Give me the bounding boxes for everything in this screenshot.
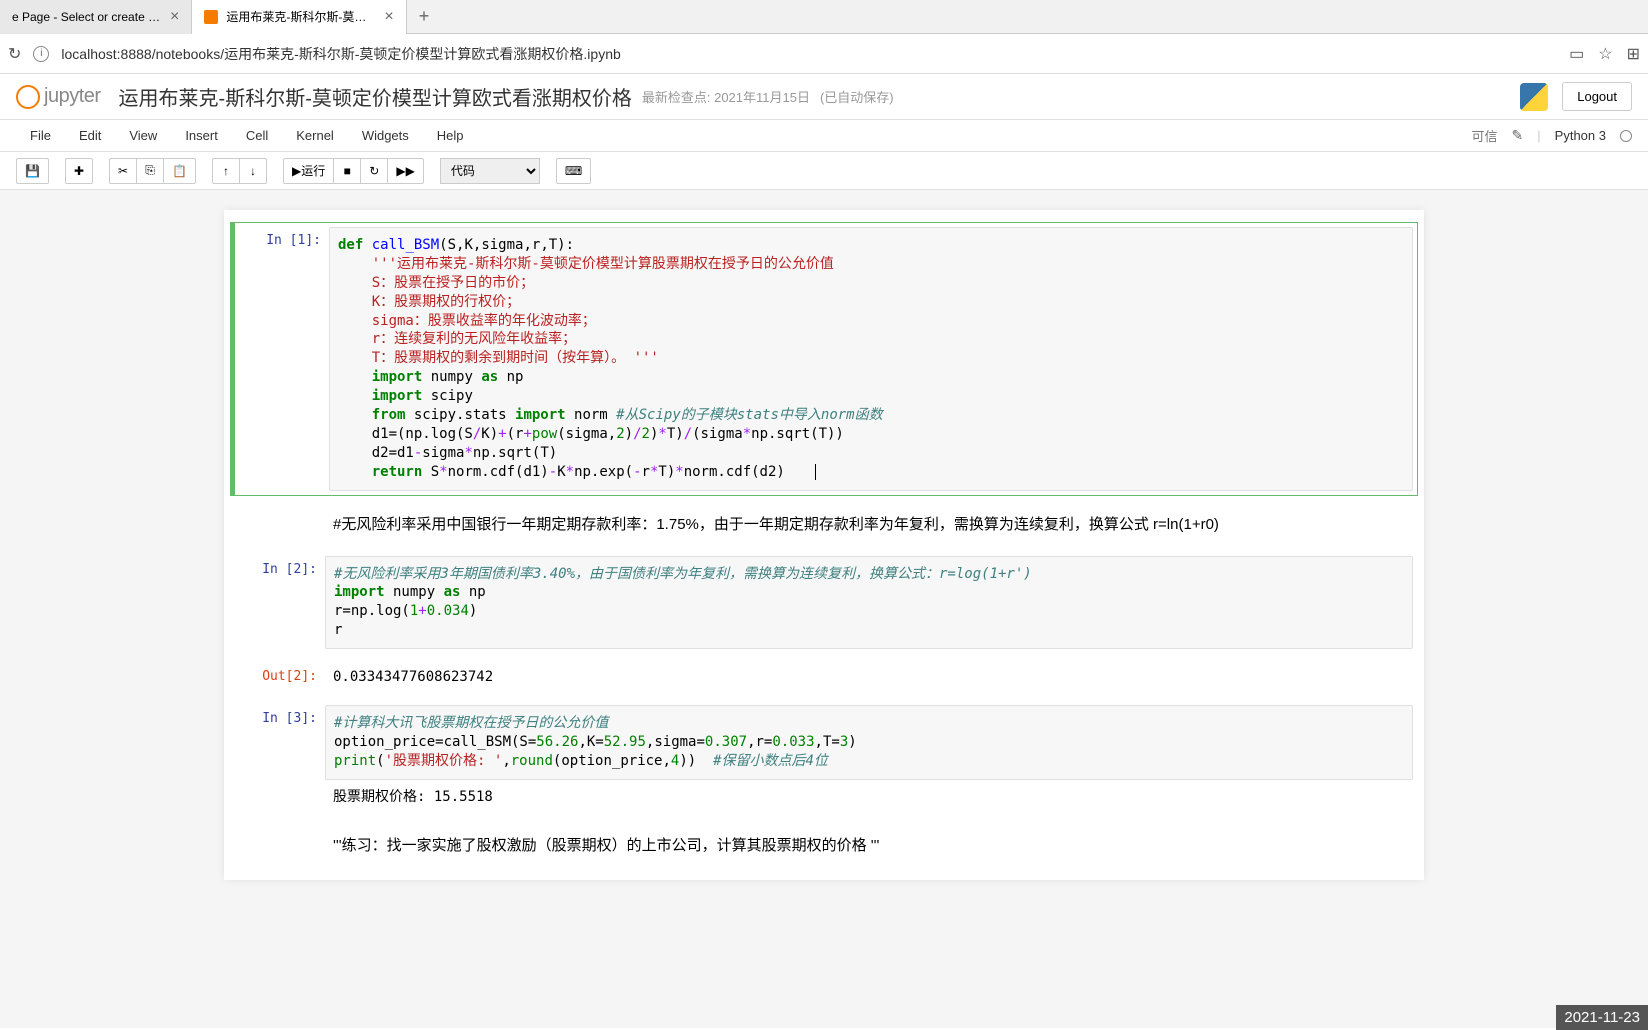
- browser-tab-inactive[interactable]: e Page - Select or create a n ×: [0, 0, 192, 34]
- add-cell-button[interactable]: ✚: [65, 158, 93, 184]
- notebook-header: jupyter 运用布莱克-斯科尔斯-莫顿定价模型计算欧式看涨期权价格 最新检查…: [0, 74, 1648, 120]
- restart-button[interactable]: ↻: [360, 158, 388, 184]
- kernel-indicator-icon: [1620, 130, 1632, 142]
- jupyter-logo[interactable]: jupyter: [16, 85, 101, 109]
- input-prompt: In [2]:: [235, 556, 325, 650]
- tab-title: 运用布莱克-斯科尔斯-莫顿定价模…: [226, 8, 376, 25]
- cell-type-select[interactable]: 代码: [440, 158, 540, 184]
- logout-button[interactable]: Logout: [1562, 82, 1632, 111]
- favorite-icon[interactable]: ☆: [1598, 44, 1612, 64]
- reload-icon[interactable]: ↻: [8, 44, 21, 64]
- site-info-icon[interactable]: i: [33, 46, 49, 62]
- separator: |: [1537, 128, 1540, 143]
- autosave-text: (已自动保存): [820, 87, 894, 106]
- menu-bar: File Edit View Insert Cell Kernel Widget…: [0, 120, 1648, 152]
- close-icon[interactable]: ×: [170, 8, 179, 26]
- run-button[interactable]: ▶ 运行: [283, 158, 334, 184]
- notebook-title[interactable]: 运用布莱克-斯科尔斯-莫顿定价模型计算欧式看涨期权价格: [119, 82, 632, 111]
- timestamp-overlay: 2021-11-23: [1556, 1005, 1648, 1030]
- menu-widgets[interactable]: Widgets: [348, 128, 423, 143]
- copy-button[interactable]: ⎘: [136, 158, 164, 184]
- code-cell[interactable]: In [3]: #计算科大讯飞股票期权在授予日的公允价值 option_pric…: [230, 700, 1418, 817]
- notebook-container: In [1]: def call_BSM(S,K,sigma,r,T): '''…: [224, 210, 1424, 880]
- code-input[interactable]: def call_BSM(S,K,sigma,r,T): '''运用布莱克-斯科…: [329, 227, 1413, 491]
- toolbar: 💾 ✚ ✂ ⎘ 📋 ↑ ↓ ▶ 运行 ■ ↻ ▶▶ 代码 ⌨: [0, 152, 1648, 190]
- output-text: 股票期权价格: 15.5518: [325, 780, 1413, 812]
- restart-run-all-button[interactable]: ▶▶: [387, 158, 423, 184]
- jupyter-logo-icon: [16, 85, 40, 109]
- url-input[interactable]: [61, 46, 1557, 62]
- menu-file[interactable]: File: [16, 128, 65, 143]
- trusted-label[interactable]: 可信: [1472, 126, 1498, 145]
- command-palette-button[interactable]: ⌨: [556, 158, 591, 184]
- cut-button[interactable]: ✂: [109, 158, 137, 184]
- paste-button[interactable]: 📋: [163, 158, 196, 184]
- input-prompt: [235, 826, 325, 863]
- input-prompt: In [1]:: [239, 227, 329, 491]
- browser-address-bar: ↻ i ▭ ☆ ⊞: [0, 34, 1648, 74]
- code-input[interactable]: #计算科大讯飞股票期权在授予日的公允价值 option_price=call_B…: [325, 705, 1413, 780]
- menu-help[interactable]: Help: [423, 128, 478, 143]
- kernel-name[interactable]: Python 3: [1555, 128, 1606, 143]
- menu-kernel[interactable]: Kernel: [282, 128, 348, 143]
- browser-tab-bar: e Page - Select or create a n × 运用布莱克-斯科…: [0, 0, 1648, 34]
- markdown-cell[interactable]: '''练习：找一家实施了股权激励（股票期权）的上市公司，计算其股票期权的价格 '…: [230, 821, 1418, 868]
- menu-insert[interactable]: Insert: [171, 128, 232, 143]
- input-prompt: In [3]:: [235, 705, 325, 812]
- code-input[interactable]: #无风险利率采用3年期国债利率3.40%，由于国债利率为年复利，需换算为连续复利…: [325, 556, 1413, 650]
- output-prompt: Out[2]:: [235, 663, 325, 691]
- new-tab-button[interactable]: +: [407, 6, 442, 27]
- code-cell[interactable]: In [2]: #无风险利率采用3年期国债利率3.40%，由于国债利率为年复利，…: [230, 551, 1418, 655]
- output-text: 0.03343477608623742: [325, 663, 1413, 691]
- markdown-cell[interactable]: #无风险利率采用中国银行一年期定期存款利率：1.75%，由于一年期定期存款利率为…: [230, 500, 1418, 547]
- tab-title: e Page - Select or create a n: [12, 10, 162, 24]
- jupyter-favicon-icon: [204, 10, 218, 24]
- menu-view[interactable]: View: [115, 128, 171, 143]
- close-icon[interactable]: ×: [384, 8, 393, 26]
- code-cell[interactable]: In [1]: def call_BSM(S,K,sigma,r,T): '''…: [230, 222, 1418, 496]
- python-logo-icon[interactable]: [1520, 83, 1548, 111]
- jupyter-logo-text: jupyter: [44, 85, 101, 108]
- markdown-content: #无风险利率采用中国银行一年期定期存款利率：1.75%，由于一年期定期存款利率为…: [325, 505, 1413, 542]
- notebook-scroll-area[interactable]: In [1]: def call_BSM(S,K,sigma,r,T): '''…: [0, 190, 1648, 1028]
- markdown-content: '''练习：找一家实施了股权激励（股票期权）的上市公司，计算其股票期权的价格 '…: [325, 826, 1413, 863]
- output-cell: Out[2]: 0.03343477608623742: [230, 658, 1418, 696]
- stop-button[interactable]: ■: [333, 158, 361, 184]
- collections-icon[interactable]: ⊞: [1627, 44, 1640, 64]
- move-down-button[interactable]: ↓: [239, 158, 267, 184]
- input-prompt: [235, 505, 325, 542]
- move-up-button[interactable]: ↑: [212, 158, 240, 184]
- menu-cell[interactable]: Cell: [232, 128, 282, 143]
- save-button[interactable]: 💾: [16, 158, 49, 184]
- browser-tab-active[interactable]: 运用布莱克-斯科尔斯-莫顿定价模… ×: [192, 0, 406, 34]
- reading-mode-icon[interactable]: ▭: [1569, 44, 1584, 64]
- pencil-icon[interactable]: ✎: [1512, 127, 1524, 144]
- checkpoint-text: 最新检查点: 2021年11月15日: [642, 87, 810, 106]
- menu-edit[interactable]: Edit: [65, 128, 115, 143]
